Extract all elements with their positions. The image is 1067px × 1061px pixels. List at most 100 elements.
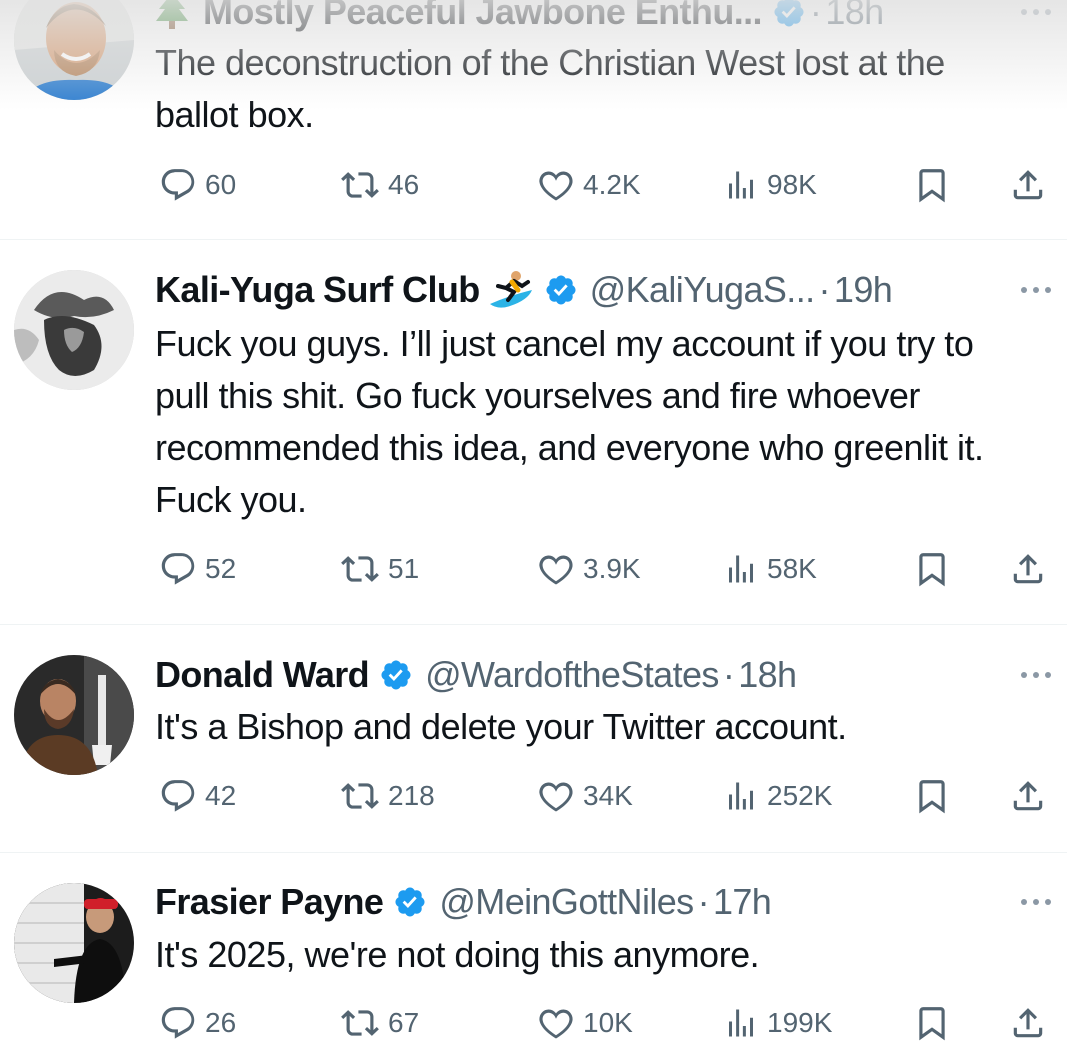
separator-dot: · bbox=[809, 0, 822, 32]
tweet-actions: 42 218 34K 252K bbox=[155, 774, 1055, 818]
tree-emoji-icon bbox=[155, 0, 189, 31]
repost-button[interactable]: 67 bbox=[340, 1001, 419, 1045]
reply-icon bbox=[161, 780, 195, 812]
more-options-icon[interactable] bbox=[1019, 880, 1053, 924]
bookmark-button[interactable] bbox=[913, 1001, 951, 1045]
like-button[interactable]: 10K bbox=[537, 1001, 633, 1045]
avatar[interactable] bbox=[14, 655, 134, 775]
repost-button[interactable]: 51 bbox=[340, 547, 419, 591]
avatar[interactable] bbox=[14, 0, 134, 100]
like-button[interactable]: 34K bbox=[537, 774, 633, 818]
handle[interactable]: @WardoftheStates bbox=[425, 653, 719, 697]
bookmark-icon bbox=[919, 1007, 945, 1041]
reply-icon bbox=[161, 553, 195, 585]
display-name[interactable]: Kali-Yuga Surf Club bbox=[155, 268, 480, 312]
bookmark-button[interactable] bbox=[913, 547, 951, 591]
bookmark-icon bbox=[919, 169, 945, 203]
tweet-3[interactable]: Donald Ward @WardoftheStates · 18h It's … bbox=[0, 625, 1067, 853]
heart-icon bbox=[539, 1009, 573, 1039]
like-button[interactable]: 3.9K bbox=[537, 547, 641, 591]
repost-button[interactable]: 218 bbox=[340, 774, 435, 818]
tweet-header: Frasier Payne @MeinGottNiles · 17h bbox=[155, 880, 1053, 924]
avatar[interactable] bbox=[14, 883, 134, 1003]
reply-button[interactable]: 52 bbox=[159, 547, 236, 591]
share-button[interactable] bbox=[1009, 774, 1047, 818]
like-count: 10K bbox=[583, 1007, 633, 1038]
separator-dot: · bbox=[697, 881, 710, 922]
bookmark-icon bbox=[919, 780, 945, 814]
views-button[interactable]: 199K bbox=[723, 1001, 832, 1045]
repost-count: 46 bbox=[388, 169, 420, 200]
reply-button[interactable]: 42 bbox=[159, 774, 236, 818]
share-button[interactable] bbox=[1009, 163, 1047, 207]
bookmark-icon bbox=[919, 553, 945, 587]
more-options-icon[interactable] bbox=[1019, 0, 1053, 34]
repost-count: 67 bbox=[388, 1007, 420, 1038]
views-icon bbox=[729, 782, 753, 810]
repost-icon bbox=[341, 1010, 379, 1036]
bookmark-button[interactable] bbox=[913, 774, 951, 818]
tweet-actions: 60 46 4.2K 98K bbox=[155, 163, 1055, 207]
timestamp[interactable]: 19h bbox=[834, 268, 893, 312]
separator-dot: · bbox=[818, 269, 831, 310]
reply-count: 60 bbox=[205, 169, 237, 200]
heart-icon bbox=[539, 782, 573, 812]
display-name[interactable]: Donald Ward bbox=[155, 653, 370, 697]
more-options-icon[interactable] bbox=[1019, 653, 1053, 697]
views-button[interactable]: 98K bbox=[723, 163, 817, 207]
reply-count: 42 bbox=[205, 780, 237, 811]
separator-dot: · bbox=[722, 654, 735, 695]
tweet-actions: 52 51 3.9K 58K bbox=[155, 547, 1055, 591]
tweet-1[interactable]: Mostly Peaceful Jawbone Enthu... · 18h T… bbox=[0, 0, 1067, 240]
tweet-actions: 26 67 10K 199K bbox=[155, 1001, 1055, 1045]
views-icon bbox=[729, 1009, 753, 1037]
handle[interactable]: @KaliYugaS... bbox=[590, 268, 815, 312]
heart-icon bbox=[539, 555, 573, 585]
share-button[interactable] bbox=[1009, 1001, 1047, 1045]
timestamp[interactable]: 18h bbox=[738, 653, 797, 697]
tweet-header: Kali-Yuga Surf Club @KaliYugaS... · 19h bbox=[155, 268, 1053, 312]
verified-badge-icon bbox=[772, 0, 806, 29]
share-icon bbox=[1013, 1008, 1043, 1038]
timeline-feed: Mostly Peaceful Jawbone Enthu... · 18h T… bbox=[0, 0, 1067, 1061]
share-button[interactable] bbox=[1009, 547, 1047, 591]
views-count: 252K bbox=[767, 780, 833, 811]
tweet-2[interactable]: Kali-Yuga Surf Club @KaliYugaS... · 19h … bbox=[0, 240, 1067, 625]
tweet-text: The deconstruction of the Christian West… bbox=[155, 42, 945, 135]
repost-icon bbox=[341, 783, 379, 809]
reply-button[interactable]: 26 bbox=[159, 1001, 236, 1045]
views-count: 58K bbox=[767, 553, 817, 584]
views-button[interactable]: 58K bbox=[723, 547, 817, 591]
tweet-header: Donald Ward @WardoftheStates · 18h bbox=[155, 653, 1053, 697]
share-icon bbox=[1013, 781, 1043, 811]
share-icon bbox=[1013, 554, 1043, 584]
views-count: 199K bbox=[767, 1007, 833, 1038]
avatar[interactable] bbox=[14, 270, 134, 390]
timestamp[interactable]: 18h bbox=[825, 0, 884, 34]
tweet-text: Fuck you guys. I’ll just cancel my accou… bbox=[155, 323, 984, 520]
tweet-text: It's a Bishop and delete your Twitter ac… bbox=[155, 706, 847, 747]
heart-icon bbox=[539, 171, 573, 201]
more-options-icon[interactable] bbox=[1019, 268, 1053, 312]
like-count: 3.9K bbox=[583, 553, 641, 584]
display-name[interactable]: Mostly Peaceful Jawbone Enthu... bbox=[203, 0, 763, 34]
tweet-4[interactable]: Frasier Payne @MeinGottNiles · 17h It's … bbox=[0, 853, 1067, 1061]
bookmark-button[interactable] bbox=[913, 163, 951, 207]
like-count: 4.2K bbox=[583, 169, 641, 200]
tweet-text: It's 2025, we're not doing this anymore. bbox=[155, 934, 760, 975]
repost-count: 51 bbox=[388, 553, 420, 584]
verified-badge-icon bbox=[379, 658, 413, 692]
repost-button[interactable]: 46 bbox=[340, 163, 419, 207]
handle[interactable]: @MeinGottNiles bbox=[439, 880, 694, 924]
views-icon bbox=[729, 555, 753, 583]
reply-button[interactable]: 60 bbox=[159, 163, 236, 207]
views-icon bbox=[729, 171, 753, 199]
views-button[interactable]: 252K bbox=[723, 774, 832, 818]
share-icon bbox=[1013, 170, 1043, 200]
timestamp[interactable]: 17h bbox=[713, 880, 772, 924]
surfer-emoji-icon bbox=[488, 270, 534, 310]
verified-badge-icon bbox=[393, 885, 427, 919]
repost-icon bbox=[341, 172, 379, 198]
like-button[interactable]: 4.2K bbox=[537, 163, 641, 207]
display-name[interactable]: Frasier Payne bbox=[155, 880, 384, 924]
